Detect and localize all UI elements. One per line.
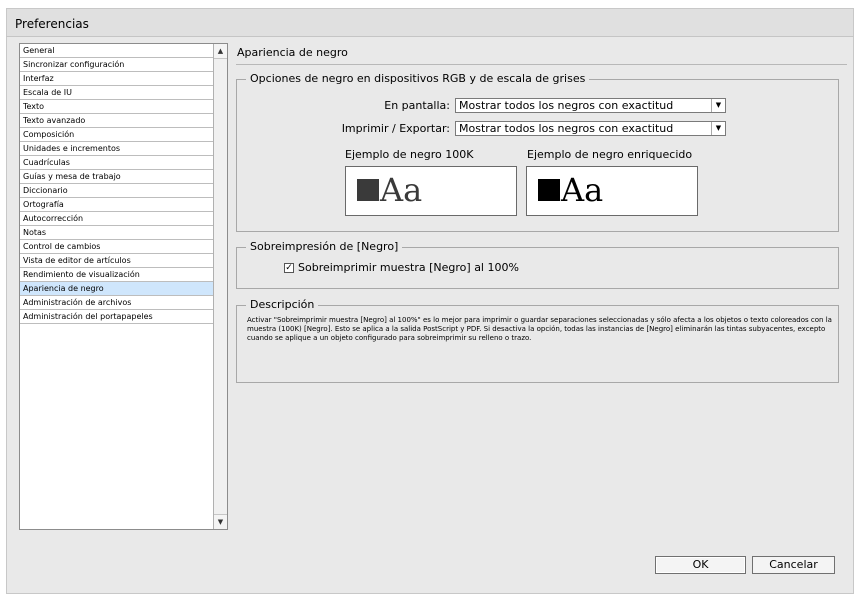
on-screen-dropdown[interactable]: Mostrar todos los negros con exactitud ▼ bbox=[455, 98, 726, 113]
description-group: Descripción Activar "Sobreimprimir muest… bbox=[236, 298, 839, 383]
chevron-down-icon[interactable]: ▼ bbox=[711, 99, 725, 112]
sidebar-item[interactable]: Apariencia de negro bbox=[20, 282, 213, 296]
description-legend: Descripción bbox=[246, 298, 319, 312]
sidebar-item[interactable]: Notas bbox=[20, 226, 213, 240]
cancel-button[interactable]: Cancelar bbox=[752, 556, 835, 574]
category-items: General Sincronizar configuración Interfaz… bbox=[20, 44, 213, 324]
sidebar-item[interactable]: Rendimiento de visualización bbox=[20, 268, 213, 282]
sidebar-item[interactable]: Administración de archivos bbox=[20, 296, 213, 310]
print-export-value: Mostrar todos los negros con exactitud bbox=[459, 122, 674, 135]
on-screen-label: En pantalla: bbox=[384, 99, 450, 112]
sample-100k-label: Ejemplo de negro 100K bbox=[345, 148, 474, 161]
sidebar-item[interactable]: Texto avanzado bbox=[20, 114, 213, 128]
sample-100k-swatch bbox=[357, 179, 379, 201]
on-screen-value: Mostrar todos los negros con exactitud bbox=[459, 99, 674, 112]
sidebar-item[interactable]: Control de cambios bbox=[20, 240, 213, 254]
overprint-group: Sobreimpresión de [Negro] ✓ Sobreimprimi… bbox=[236, 240, 839, 289]
sidebar-item[interactable]: Unidades e incrementos bbox=[20, 142, 213, 156]
sample-100k-preview: Aa bbox=[345, 166, 517, 216]
sidebar-item[interactable]: Autocorrección bbox=[20, 212, 213, 226]
sidebar-item[interactable]: Vista de editor de artículos bbox=[20, 254, 213, 268]
overprint-legend: Sobreimpresión de [Negro] bbox=[246, 240, 403, 254]
panel-title-divider bbox=[236, 64, 847, 65]
sidebar-item[interactable]: Interfaz bbox=[20, 72, 213, 86]
sample-rich-label: Ejemplo de negro enriquecido bbox=[527, 148, 693, 161]
overprint-checkbox[interactable]: ✓ bbox=[284, 263, 294, 273]
title-bar[interactable]: Preferencias bbox=[7, 9, 853, 37]
sidebar-item[interactable]: Administración del portapapeles bbox=[20, 310, 213, 324]
sample-rich-swatch bbox=[538, 179, 560, 201]
sidebar-item[interactable]: General bbox=[20, 44, 213, 58]
check-icon: ✓ bbox=[285, 263, 293, 273]
overprint-checkbox-label[interactable]: Sobreimprimir muestra [Negro] al 100% bbox=[298, 261, 519, 274]
sidebar-item[interactable]: Cuadrículas bbox=[20, 156, 213, 170]
sidebar-item[interactable]: Composición bbox=[20, 128, 213, 142]
print-export-label: Imprimir / Exportar: bbox=[341, 122, 450, 135]
sample-100k-text: Aa bbox=[380, 171, 423, 209]
sidebar-item[interactable]: Escala de IU bbox=[20, 86, 213, 100]
sidebar-item[interactable]: Ortografía bbox=[20, 198, 213, 212]
ok-button[interactable]: OK bbox=[655, 556, 746, 574]
description-text: Activar "Sobreimprimir muestra [Negro] a… bbox=[247, 316, 832, 342]
scroll-down-arrow-icon[interactable]: ▼ bbox=[214, 514, 227, 529]
panel-title: Apariencia de negro bbox=[237, 46, 348, 59]
chevron-down-icon[interactable]: ▼ bbox=[711, 122, 725, 135]
sidebar-item[interactable]: Sincronizar configuración bbox=[20, 58, 213, 72]
scroll-up-arrow-icon[interactable]: ▲ bbox=[214, 44, 227, 59]
sidebar-scrollbar[interactable]: ▲ ▼ bbox=[213, 44, 227, 529]
black-options-legend: Opciones de negro en dispositivos RGB y … bbox=[246, 72, 590, 86]
title-divider bbox=[6, 36, 854, 37]
sidebar-item[interactable]: Diccionario bbox=[20, 184, 213, 198]
preferences-category-list[interactable]: General Sincronizar configuración Interfaz… bbox=[19, 43, 228, 530]
window-title: Preferencias bbox=[15, 17, 89, 31]
black-options-group: Opciones de negro en dispositivos RGB y … bbox=[236, 72, 839, 232]
sidebar-item[interactable]: Texto bbox=[20, 100, 213, 114]
print-export-dropdown[interactable]: Mostrar todos los negros con exactitud ▼ bbox=[455, 121, 726, 136]
sample-rich-preview: Aa bbox=[526, 166, 698, 216]
sidebar-item[interactable]: Guías y mesa de trabajo bbox=[20, 170, 213, 184]
sample-rich-text: Aa bbox=[561, 171, 604, 209]
